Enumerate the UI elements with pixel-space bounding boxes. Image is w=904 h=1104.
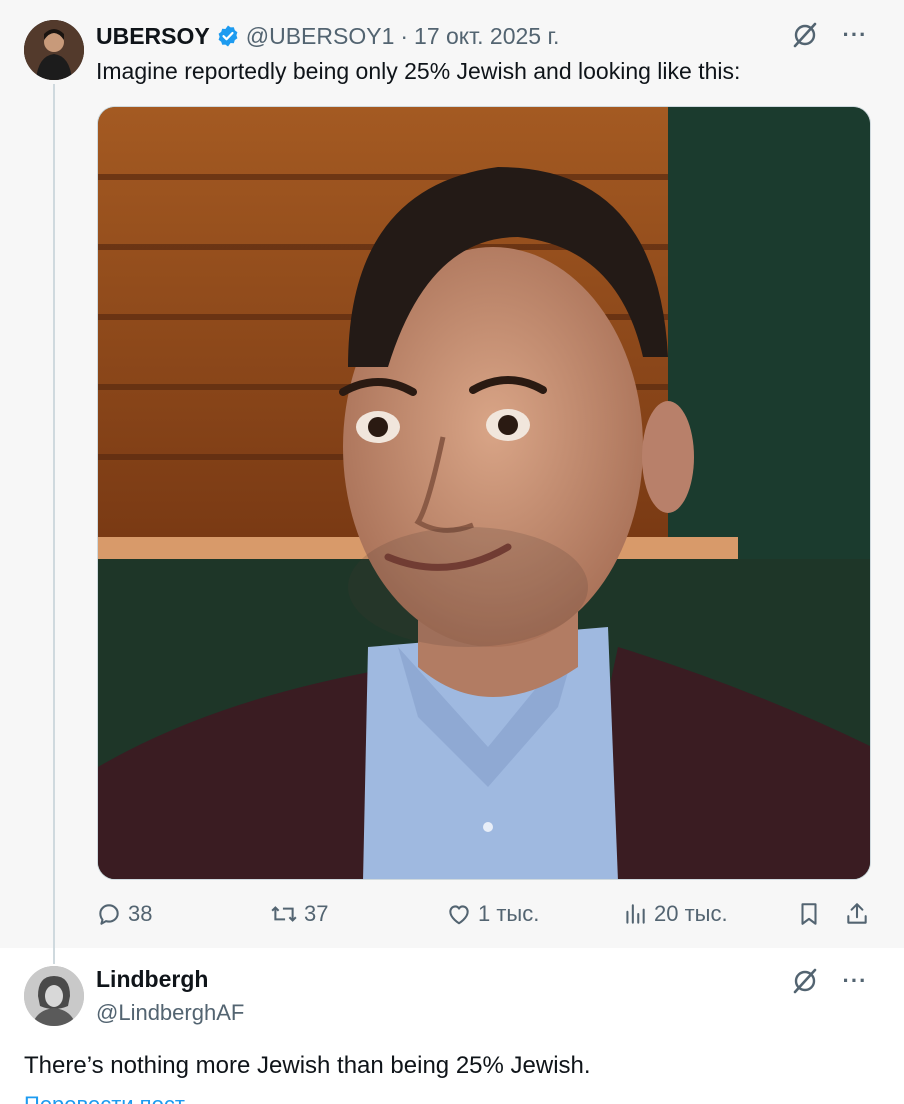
retweet-icon [271,906,297,922]
views-button[interactable]: 20 тыс. [622,898,728,930]
verified-badge-icon [216,24,240,48]
bookmark-icon [801,903,817,925]
reply-button[interactable]: 38 [96,898,152,930]
share-icon [847,903,867,924]
tweet-text: Imagine reportedly being only 25% Jewish… [96,58,741,84]
like-button[interactable]: 1 тыс. [446,898,539,930]
thread-connector-line [53,84,55,964]
like-count: 1 тыс. [478,901,540,926]
reply-top-actions: ··· [790,966,870,996]
reply-avatar[interactable] [24,966,84,1026]
share-button[interactable] [844,898,876,930]
tweet-action-bar: 38 37 1 тыс. 20 тыс. [96,898,870,930]
bookmark-button[interactable] [796,898,828,930]
reply-icon [99,904,119,925]
translate-post-link[interactable]: Перевести пост [24,1092,185,1104]
views-icon [626,904,645,924]
views-count: 20 тыс. [654,901,728,926]
reply-author-display-name[interactable]: Lindbergh [96,966,208,993]
grok-icon[interactable] [790,20,820,50]
tweet-top-actions: ··· [790,20,870,50]
avatar[interactable] [24,20,84,80]
tweet-media-image[interactable] [97,106,871,880]
tweet-date[interactable]: 17 окт. 2025 г. [414,23,559,50]
grok-icon[interactable] [790,966,820,996]
tweet-header: UBERSOY @UBERSOY1 · 17 окт. 2025 г. [96,22,559,50]
reply-count: 38 [128,901,153,926]
reply-author-handle[interactable]: @LindberghAF [96,1000,244,1026]
more-options-icon[interactable]: ··· [840,966,870,996]
retweet-count: 37 [304,901,329,926]
separator-dot: · [400,22,409,49]
more-options-icon[interactable]: ··· [840,20,870,50]
author-handle[interactable]: @UBERSOY1 [246,23,395,50]
heart-icon [449,905,469,925]
reply-tweet-text: There’s nothing more Jewish than being 2… [24,1052,591,1079]
author-display-name[interactable]: UBERSOY [96,23,210,50]
retweet-button[interactable]: 37 [270,898,328,930]
